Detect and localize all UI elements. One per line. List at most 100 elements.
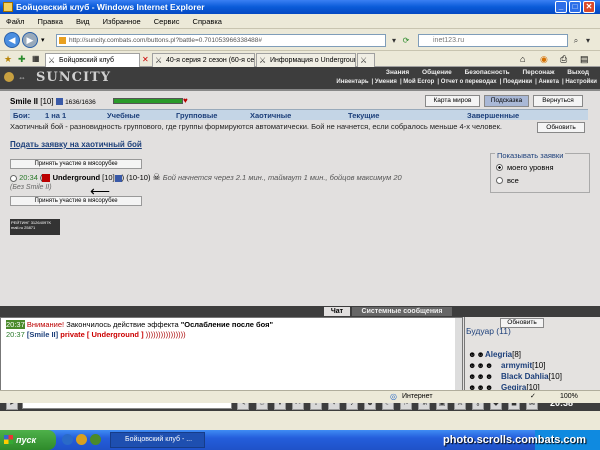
address-input[interactable]: http://suncity.combats.com/buttons.pl?ba… [56,34,386,47]
chat-window: 20:37 Внимание! Закончилось действие эфф… [0,317,463,397]
nav-skills[interactable]: Умения [375,79,397,85]
chat-time[interactable]: 20:37 [6,320,25,329]
close-button[interactable]: ✕ [583,1,595,13]
nav-communication[interactable]: Общение [422,69,452,76]
minimize-button[interactable]: _ [555,1,567,13]
ie-quicklaunch-icon[interactable] [62,434,73,445]
chat-private-tag[interactable]: private [ Underground ] [60,330,143,339]
page-content: ⇔ SUNCITY Знания Общение Безопасность Пе… [0,67,600,411]
sun-icon [4,72,14,82]
tab-training[interactable]: Учебные [107,110,140,121]
rating-counter[interactable]: РЕЙТИНГ 31264097K mail.ru 25871 [10,219,60,235]
tab-system-messages[interactable]: Системные сообщения [352,307,452,316]
print-icon[interactable]: ⎙ [560,54,567,65]
tab-combats[interactable]: Бойцовский клуб [45,53,140,67]
quick-tabs-icon[interactable]: ▦ [32,54,40,63]
nav-settings[interactable]: Настройки [565,79,597,85]
request-radio[interactable] [10,174,17,182]
nav-fights[interactable]: Поединки [503,79,532,85]
tab-chat[interactable]: Чат [324,307,350,316]
start-button[interactable]: пуск [0,430,56,450]
new-tab-button[interactable] [357,53,375,67]
maximize-button[interactable]: □ [569,1,581,13]
city-logo: SUNCITY [36,70,111,85]
battle-request-row: 20:34 ( Underground [10]) (10-10) ☠ Бой … [10,172,402,183]
window-title-bar[interactable]: Бойцовский клуб - Windows Internet Explo… [0,0,600,14]
taskbar-window-item[interactable]: Бойцовский клуб - ... [110,432,205,448]
chaotic-description: Хаотичный бой - разновидность группового… [10,122,502,131]
folder-quicklaunch-icon[interactable] [76,434,87,445]
chat-text: Закончилось действие эффекта [64,320,181,329]
info-icon[interactable] [55,98,63,106]
player-hp: 1636/1636 [65,99,96,106]
menu-bar: Файл Правка Вид Избранное Сервис Справка [0,14,600,29]
arrow-icon: ⟵ [90,183,111,199]
arrows-icon[interactable]: ⇔ [18,73,26,82]
add-favorites-icon[interactable]: ✚ [18,54,26,65]
refresh-button[interactable]: Обновить [537,122,585,133]
tab-close-icon[interactable]: ✕ [142,55,149,64]
nav-inventory[interactable]: Инвентарь [336,79,368,85]
nav-security[interactable]: Безопасность [465,69,510,76]
tab-finished[interactable]: Завершенные [467,110,519,121]
nav-profile[interactable]: Анкета [538,79,559,85]
player-info: Smile II [10] 1636/1636 [10,97,96,106]
menu-help[interactable]: Справка [193,17,222,26]
menu-file[interactable]: Файл [6,17,24,26]
menu-favorites[interactable]: Избранное [103,17,141,26]
home-icon[interactable]: ⌂ [520,54,525,64]
tab-group[interactable]: Групповые [176,110,217,121]
menu-edit[interactable]: Правка [38,17,63,26]
online-user[interactable]: armymit[10] [501,361,545,370]
help-button[interactable]: Подсказка [484,95,529,107]
tab-series[interactable]: 40-я серия 2 сезон (60-я се... [152,53,255,67]
player-info-icon[interactable] [114,174,122,182]
favorites-star-icon[interactable]: ★ [4,54,12,65]
nav-transfers[interactable]: Отчет о переводах [441,79,497,85]
search-icon[interactable]: ⌕ [570,34,582,47]
request-level-range: (10-10) [126,173,151,182]
chat-line-1: 20:37 Внимание! Закончилось действие эфф… [6,320,273,329]
nav-character[interactable]: Персонаж [522,69,554,76]
chat-scrollbar[interactable] [455,318,462,396]
tab-chaotic[interactable]: Хаотичные [250,110,291,121]
submit-request-link[interactable]: Подать заявку на хаотичный бой [10,140,142,149]
globe-icon: ◎ [390,392,397,401]
player-name[interactable]: Smile II [10,97,38,106]
hp-bar [113,98,183,104]
radio-all[interactable] [496,177,503,184]
tab-current[interactable]: Текущие [348,110,379,121]
return-button[interactable]: Вернуться [533,95,583,107]
online-user[interactable]: Alegria[8] [485,350,521,359]
chat-author[interactable]: [Smile II] [27,330,58,339]
search-options-icon[interactable]: ▾ [582,34,594,47]
chat-time[interactable]: 20:37 [6,330,25,339]
feeds-icon[interactable]: ◉ [540,54,548,65]
world-map-button[interactable]: Карта миров [425,95,480,107]
page-menu-icon[interactable]: ▤ [580,54,589,65]
menu-view[interactable]: Вид [76,17,90,26]
zoom-level[interactable]: 100% [560,391,578,403]
join-button-bottom[interactable]: Принять участие в мясорубке [10,196,142,206]
app-quicklaunch-icon[interactable] [90,434,101,445]
search-input[interactable]: inet123.ru [418,34,568,47]
nav-ecrop[interactable]: Мой Ecrop [403,79,434,85]
heart-icon: ♥ [183,96,188,105]
back-arrow-icon[interactable]: ◀ [4,32,20,48]
chat-effect: "Ослабление после боя" [180,320,274,329]
nav-exit[interactable]: Выход [567,69,589,76]
chat-line-2: 20:37 [Smile II] private [ Underground ]… [6,330,186,339]
radio-my-level[interactable] [496,164,503,171]
dropdown-icon[interactable]: ▾ [41,36,45,44]
chat-warning: Внимание! [26,320,65,329]
forward-arrow-icon[interactable]: ▶ [22,32,38,48]
radio-my-level-label: моего уровня [507,163,554,172]
tab-1v1[interactable]: 1 на 1 [45,110,66,121]
address-dropdown-icon[interactable]: ▾ [388,34,400,47]
menu-tools[interactable]: Сервис [154,17,180,26]
nav-knowledge[interactable]: Знания [386,69,409,76]
tab-underground-info[interactable]: Информация о Underground [256,53,356,67]
join-button-top[interactable]: Принять участие в мясорубке [10,159,142,169]
online-user[interactable]: Black Dahlia[10] [501,372,562,381]
request-player-name[interactable]: Underground [53,173,101,182]
